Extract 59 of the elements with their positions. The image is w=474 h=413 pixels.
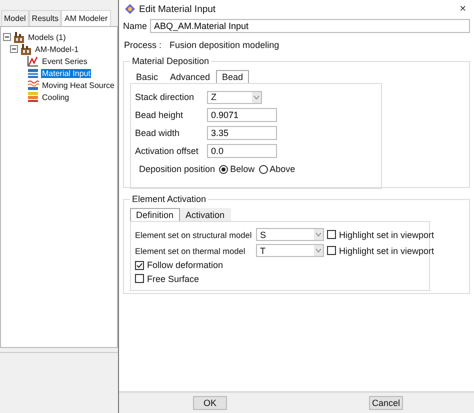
- input-field[interactable]: 3.35: [207, 126, 277, 140]
- radio-button[interactable]: [219, 164, 228, 174]
- checkbox[interactable]: [135, 274, 144, 284]
- field-label: Bead width: [135, 128, 181, 138]
- layers-icon: [27, 67, 39, 79]
- field-label: Deposition position: [139, 164, 216, 174]
- group-title: Material Deposition: [131, 56, 210, 66]
- tab[interactable]: Activation: [180, 208, 231, 221]
- checkbox[interactable]: [135, 260, 144, 270]
- collapse-icon[interactable]: [10, 45, 18, 53]
- cancel-button[interactable]: Cancel: [369, 396, 403, 410]
- cooling-icon: [27, 91, 39, 103]
- caret-icon: [314, 245, 323, 256]
- close-button[interactable]: ×: [452, 3, 474, 15]
- tree-item[interactable]: Cooling: [41, 92, 70, 102]
- window-title: Edit Material Input: [139, 4, 217, 14]
- name-field[interactable]: ABQ_AM.Material Input: [150, 19, 470, 33]
- factory-icon: [20, 43, 32, 55]
- input-field[interactable]: 0.0: [207, 144, 277, 158]
- chart-icon: [27, 55, 39, 67]
- tab[interactable]: Model: [1, 10, 29, 26]
- checkbox[interactable]: [327, 246, 336, 255]
- dropdown[interactable]: Z: [207, 90, 262, 104]
- field-label: Element set on structural model: [135, 230, 253, 240]
- tree-item[interactable]: Models (1): [27, 32, 67, 42]
- group-title: Element Activation: [131, 194, 208, 204]
- checkbox-option[interactable]: Follow deformation: [135, 260, 224, 270]
- tree-item[interactable]: Moving Heat Source: [41, 80, 116, 90]
- field-label: Element set on thermal model: [135, 246, 246, 256]
- tree-item[interactable]: Material Input: [41, 68, 92, 78]
- radio-button[interactable]: [258, 164, 268, 174]
- tree-item[interactable]: Event Series: [41, 56, 88, 66]
- tab[interactable]: Bead: [216, 70, 250, 83]
- tab[interactable]: Definition: [130, 208, 180, 221]
- tab[interactable]: Results: [28, 10, 62, 26]
- field-label: Activation offset: [135, 146, 200, 156]
- radio-option[interactable]: Below: [219, 164, 255, 174]
- checkbox[interactable]: [327, 230, 336, 239]
- caret-icon: [252, 92, 261, 102]
- radio-option[interactable]: Above: [258, 164, 296, 174]
- tree-item[interactable]: AM-Model-1: [34, 44, 80, 54]
- ok-button[interactable]: OK: [193, 396, 227, 410]
- dropdown[interactable]: T: [256, 244, 324, 257]
- dropdown[interactable]: S: [256, 228, 324, 241]
- field-label: Stack direction: [135, 92, 196, 102]
- field-label: Bead height: [135, 110, 184, 120]
- checkbox-option[interactable]: Highlight set in viewport: [327, 246, 434, 256]
- collapse-icon[interactable]: [3, 33, 11, 41]
- input-field[interactable]: 0.9071: [207, 108, 277, 122]
- checkbox-option[interactable]: Highlight set in viewport: [327, 230, 434, 240]
- process-value: Fusion deposition modeling: [170, 40, 280, 52]
- checkbox-option[interactable]: Free Surface: [135, 274, 200, 284]
- app-icon: [125, 4, 135, 14]
- process-label: Process :: [124, 40, 162, 52]
- caret-icon: [314, 229, 323, 240]
- factory-icon: [13, 31, 25, 43]
- name-label: Name: [123, 21, 148, 31]
- heat-icon: [27, 79, 39, 91]
- tab[interactable]: AM Modeler: [61, 10, 111, 26]
